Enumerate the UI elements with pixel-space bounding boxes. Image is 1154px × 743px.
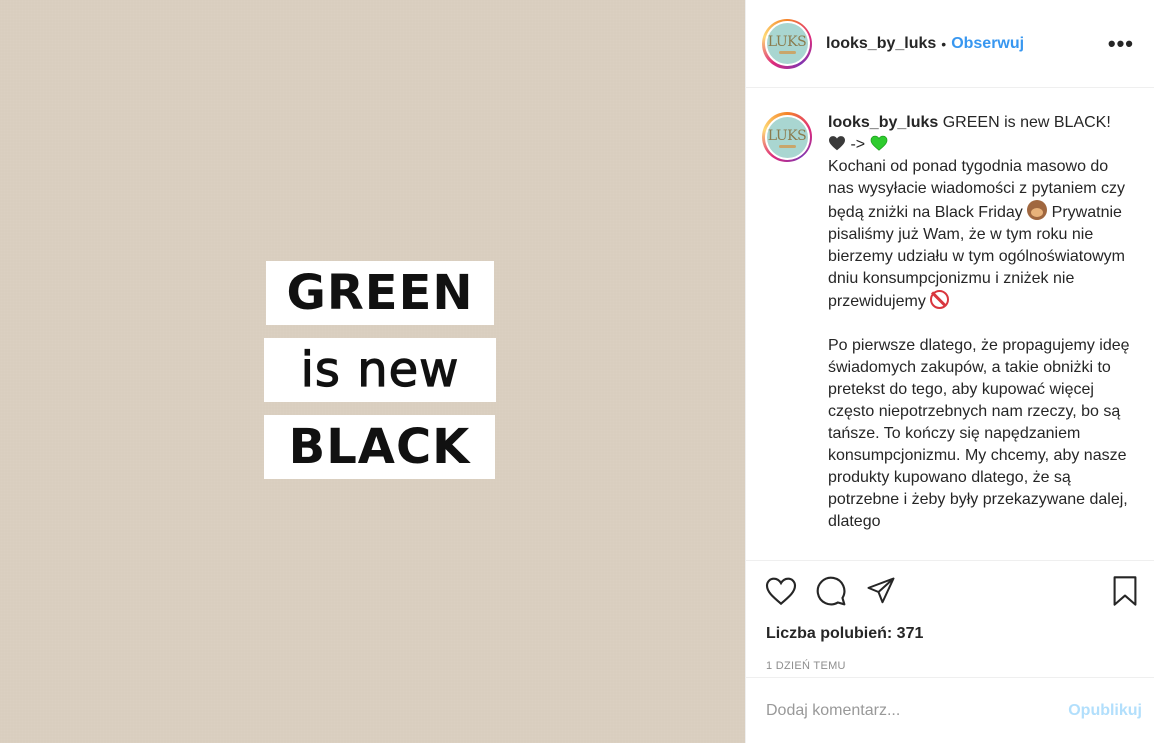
avatar-story-ring[interactable]: LUKS (762, 18, 812, 69)
caption-avatar-logo-underline (778, 144, 796, 148)
like-count[interactable]: Liczba polubień: 371 (746, 620, 1154, 648)
header-separator: • (941, 35, 947, 52)
like-button[interactable] (764, 574, 798, 608)
image-text-black: BLACK (264, 415, 495, 479)
black-heart-icon (829, 136, 845, 151)
save-button[interactable] (1108, 574, 1142, 608)
see-no-evil-monkey-icon (1027, 200, 1048, 220)
post-caption: looks_by_luks GREEN is new BLACK! -> Koc… (828, 112, 1134, 560)
comment-icon (816, 576, 846, 605)
post-header: LUKS looks_by_luks • Obserwuj ••• (746, 0, 1154, 88)
instagram-post: GREEN is new BLACK LUKS looks_by_luks • … (0, 0, 1154, 743)
action-bar (746, 560, 1154, 620)
caption-paragraph-2: Po pierwsze dlatego, że propagujemy ideę… (828, 337, 1130, 530)
avatar: LUKS (766, 23, 808, 64)
post-image[interactable]: GREEN is new BLACK (0, 0, 745, 743)
caption-first-line: GREEN is new BLACK! (942, 114, 1111, 131)
green-heart-icon (870, 135, 887, 151)
follow-button[interactable]: Obserwuj (951, 35, 1024, 53)
caption-avatar-logo-text: LUKS (767, 127, 807, 144)
paper-plane-icon (867, 577, 895, 603)
image-text-is-new: is new (264, 338, 496, 402)
caption-username-link[interactable]: looks_by_luks (828, 114, 938, 131)
image-text-green: GREEN (266, 261, 494, 325)
post-sidebar: LUKS looks_by_luks • Obserwuj ••• LUKS l… (745, 0, 1154, 743)
prohibited-icon (930, 290, 950, 309)
caption-arrow: -> (850, 136, 866, 153)
add-comment-bar: Dodaj komentarz... Opublikuj (746, 677, 1154, 743)
heart-icon (765, 577, 797, 605)
bookmark-icon (1113, 575, 1137, 606)
comment-button[interactable] (814, 574, 848, 608)
avatar-logo-text: LUKS (767, 34, 807, 50)
publish-comment-button[interactable]: Opublikuj (1068, 702, 1142, 720)
caption-avatar: LUKS (766, 116, 808, 158)
post-timestamp[interactable]: 1 DZIEŃ TEMU (746, 660, 1154, 672)
avatar-logo-underline (778, 51, 796, 54)
comments-section[interactable]: LUKS looks_by_luks GREEN is new BLACK! -… (746, 88, 1154, 560)
comment-input[interactable]: Dodaj komentarz... (766, 702, 1068, 720)
share-button[interactable] (864, 574, 898, 608)
header-username-link[interactable]: looks_by_luks (826, 35, 936, 53)
more-options-icon[interactable]: ••• (1108, 32, 1134, 55)
caption-avatar-ring[interactable]: LUKS (762, 112, 812, 162)
